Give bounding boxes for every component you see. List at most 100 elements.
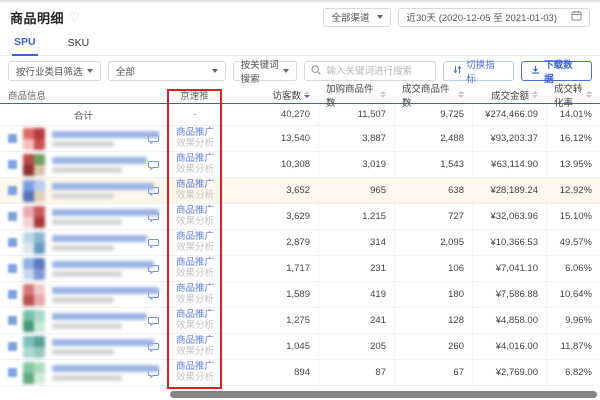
sort-icon	[458, 91, 464, 98]
row-checkbox[interactable]	[8, 134, 17, 143]
horizontal-scrollbar[interactable]	[170, 391, 597, 398]
product-info-cell	[0, 152, 167, 177]
promo-link[interactable]: 商品推广	[176, 284, 214, 294]
product-title-blurred	[52, 183, 154, 190]
product-subtitle-blurred	[52, 297, 114, 303]
analysis-link[interactable]: 效果分析	[176, 295, 214, 305]
page-title: 商品明细	[10, 8, 64, 27]
amount-cell: ¥10,366.53	[472, 230, 546, 255]
promo-link[interactable]: 商品推广	[176, 362, 214, 372]
chevron-down-icon	[87, 69, 93, 73]
product-subtitle-blurred	[52, 245, 114, 251]
chevron-down-icon	[283, 69, 289, 73]
product-title-blurred	[52, 209, 159, 216]
product-info-cell	[0, 204, 167, 229]
search-input[interactable]	[325, 65, 430, 78]
analysis-link[interactable]: 效果分析	[176, 373, 214, 383]
sort-icon	[304, 91, 310, 98]
row-checkbox[interactable]	[8, 264, 17, 273]
jst-cell: 商品推广 效果分析	[167, 204, 222, 229]
deal-items-cell: 128	[394, 308, 472, 333]
analysis-link[interactable]: 效果分析	[176, 243, 214, 253]
summary-deal-items: 9,725	[394, 104, 472, 125]
analysis-link[interactable]: 效果分析	[176, 347, 214, 357]
promo-link[interactable]: 商品推广	[176, 154, 214, 164]
switch-metrics-button[interactable]: 切换指标	[443, 61, 514, 81]
product-title-blurred	[52, 365, 159, 372]
all-filter-select[interactable]: 全部	[108, 61, 226, 81]
product-title-blurred	[52, 339, 154, 346]
row-checkbox[interactable]	[8, 212, 17, 221]
tab-sku[interactable]: SKU	[66, 33, 92, 55]
promo-link[interactable]: 商品推广	[176, 310, 214, 320]
product-title-blurred	[52, 287, 159, 294]
table-row: 商品推广 效果分析 1,045 205 260 ¥4,016.00 11.87%	[0, 334, 600, 360]
promo-link[interactable]: 商品推广	[176, 258, 214, 268]
category-filter-select[interactable]: 按行业类目筛选	[8, 61, 101, 81]
tab-spu[interactable]: SPU	[12, 32, 38, 56]
promo-link[interactable]: 商品推广	[176, 206, 214, 216]
favorite-heart-icon[interactable]: ♡	[69, 11, 80, 23]
download-data-button[interactable]: 下载数据	[521, 61, 592, 81]
chevron-down-icon	[212, 69, 218, 73]
keyword-type-select[interactable]: 按关键词搜索	[233, 61, 297, 81]
jst-cell: 商品推广 效果分析	[167, 178, 222, 203]
row-checkbox[interactable]	[8, 316, 17, 325]
table-row: 商品推广 效果分析 3,629 1,215 727 ¥32,063.96 15.…	[0, 204, 600, 230]
date-range-picker[interactable]: 近30天 (2020-12-05 至 2021-01-03)	[398, 8, 590, 27]
row-checkbox[interactable]	[8, 160, 17, 169]
summary-visitors: 40,270	[222, 104, 318, 125]
product-info-cell	[0, 256, 167, 281]
jst-cell: 商品推广 效果分析	[167, 126, 222, 151]
promo-link[interactable]: 商品推广	[176, 180, 214, 190]
product-thumbnail	[23, 336, 45, 358]
visitors-cell: 10,308	[222, 152, 318, 177]
analysis-link[interactable]: 效果分析	[176, 269, 214, 279]
row-checkbox[interactable]	[8, 290, 17, 299]
summary-row: 合计 - 40,270 11,507 9,725 ¥274,466.09 14.…	[0, 104, 600, 126]
analysis-link[interactable]: 效果分析	[176, 321, 214, 331]
product-text-blurred	[52, 287, 144, 303]
row-checkbox[interactable]	[8, 342, 17, 351]
product-text-blurred	[52, 183, 144, 199]
column-header-deal-amount[interactable]: 成交金额	[472, 88, 546, 102]
search-icon	[311, 62, 321, 80]
analysis-link[interactable]: 效果分析	[176, 165, 214, 175]
rate-cell: 49.57%	[546, 230, 600, 255]
visitors-cell: 3,629	[222, 204, 318, 229]
deal-items-cell: 180	[394, 282, 472, 307]
table-header-row: 商品信息 京速推 访客数 加购商品件数 成交商品件数 成交金额 成交转化率	[0, 86, 600, 104]
row-checkbox[interactable]	[8, 368, 17, 377]
tab-bar: SPU SKU	[0, 32, 600, 56]
product-text-blurred	[52, 313, 144, 329]
product-subtitle-blurred	[52, 167, 122, 173]
amount-cell: ¥4,858.00	[472, 308, 546, 333]
add-cart-cell: 231	[318, 256, 394, 281]
visitors-cell: 1,275	[222, 308, 318, 333]
deal-items-cell: 727	[394, 204, 472, 229]
product-chat-icon[interactable]	[148, 316, 159, 326]
product-text-blurred	[52, 209, 144, 225]
product-title-blurred	[52, 157, 147, 164]
jst-cell: 商品推广 效果分析	[167, 282, 222, 307]
promo-link[interactable]: 商品推广	[176, 232, 214, 242]
row-checkbox[interactable]	[8, 186, 17, 195]
analysis-link[interactable]: 效果分析	[176, 217, 214, 227]
analysis-link[interactable]: 效果分析	[176, 191, 214, 201]
product-chat-icon[interactable]	[148, 160, 159, 170]
promo-link[interactable]: 商品推广	[176, 336, 214, 346]
add-cart-cell: 241	[318, 308, 394, 333]
amount-cell: ¥7,586.88	[472, 282, 546, 307]
table-row: 商品推广 效果分析 894 87 67 ¥2,769.00 6.82%	[0, 360, 600, 386]
product-table: 商品信息 京速推 访客数 加购商品件数 成交商品件数 成交金额 成交转化率 合计…	[0, 86, 600, 386]
row-checkbox[interactable]	[8, 238, 17, 247]
table-body: 商品推广 效果分析 13,540 3,887 2,488 ¥93,203.37 …	[0, 126, 600, 386]
deal-items-cell: 260	[394, 334, 472, 359]
product-subtitle-blurred	[52, 219, 122, 225]
promo-link[interactable]: 商品推广	[176, 128, 214, 138]
channel-select[interactable]: 全部渠道	[323, 8, 391, 27]
top-bar: 商品明细 ♡ 全部渠道 近30天 (2020-12-05 至 2021-01-0…	[0, 2, 600, 32]
analysis-link[interactable]: 效果分析	[176, 139, 214, 149]
product-chat-icon[interactable]	[148, 238, 159, 248]
column-header-visitors[interactable]: 访客数	[222, 88, 318, 102]
